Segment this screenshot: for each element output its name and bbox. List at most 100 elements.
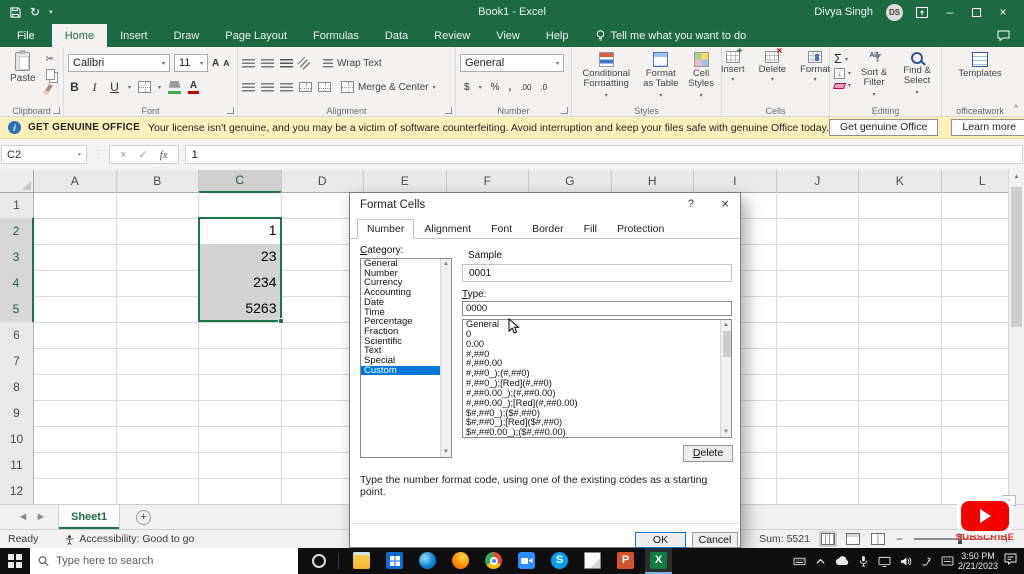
- page-break-view-icon[interactable]: [870, 533, 885, 545]
- column-header-b[interactable]: B: [116, 170, 199, 193]
- underline-dropdown-icon[interactable]: ▾: [128, 84, 131, 91]
- taskbar-search[interactable]: [30, 548, 298, 574]
- name-box[interactable]: C2 ▾: [1, 145, 87, 164]
- cell-b4[interactable]: [116, 270, 199, 297]
- cell-c2[interactable]: 1: [199, 218, 282, 245]
- cell-c11[interactable]: [199, 452, 282, 479]
- category-scroll-up-icon[interactable]: ▲: [443, 261, 449, 267]
- cell-b5[interactable]: [116, 296, 199, 323]
- cell-k2[interactable]: [859, 218, 942, 245]
- cell-k3[interactable]: [859, 244, 942, 271]
- align-center-icon[interactable]: [261, 82, 274, 92]
- delete-format-button[interactable]: Delete: [683, 445, 733, 462]
- tab-file[interactable]: File: [0, 24, 52, 47]
- tab-draw[interactable]: Draw: [161, 24, 213, 47]
- dialog-tab-alignment[interactable]: Alignment: [414, 219, 481, 239]
- vertical-scrollbar[interactable]: ▲: [1008, 170, 1024, 504]
- cell-c6[interactable]: [199, 322, 282, 349]
- category-scrollbar[interactable]: ▲ ▼: [440, 259, 451, 457]
- display-icon[interactable]: [878, 556, 891, 567]
- align-top-icon[interactable]: [242, 58, 255, 68]
- increase-indent-icon[interactable]: [318, 82, 331, 92]
- cell-a6[interactable]: [34, 322, 117, 349]
- number-format-combo[interactable]: General ▾: [460, 54, 564, 72]
- dialog-tab-border[interactable]: Border: [522, 219, 574, 239]
- cell-b7[interactable]: [116, 348, 199, 375]
- cell-c12[interactable]: [199, 478, 282, 505]
- file-explorer-taskbar-button[interactable]: [348, 548, 375, 574]
- insert-function-icon[interactable]: fx: [160, 149, 168, 161]
- tab-home[interactable]: Home: [51, 24, 108, 47]
- tab-insert[interactable]: Insert: [107, 24, 161, 47]
- conditional-formatting-button[interactable]: Conditional Formatting ▾: [576, 51, 636, 102]
- zoom-out-icon[interactable]: −: [896, 533, 903, 545]
- row-header-2[interactable]: 2: [0, 218, 34, 245]
- accounting-dropdown-icon[interactable]: ▾: [479, 84, 482, 91]
- decrease-decimal-icon[interactable]: .0: [540, 83, 547, 92]
- cell-j3[interactable]: [776, 244, 859, 271]
- minimize-button[interactable]: –: [941, 6, 959, 18]
- borders-icon[interactable]: [138, 81, 152, 93]
- column-header-g[interactable]: G: [529, 170, 612, 193]
- align-bottom-icon[interactable]: [280, 58, 293, 68]
- get-genuine-office-button[interactable]: Get genuine Office: [828, 119, 939, 136]
- sort-filter-button[interactable]: AZ Sort & Filter ▾: [856, 51, 892, 101]
- row-header-6[interactable]: 6: [0, 322, 34, 349]
- clipboard-dialog-launcher[interactable]: [53, 107, 60, 114]
- format-cells-button[interactable]: Format ▾: [796, 51, 834, 83]
- type-input[interactable]: [462, 301, 732, 316]
- font-name-combo[interactable]: Calibri ▾: [68, 54, 170, 72]
- taskbar-search-input[interactable]: [56, 555, 290, 567]
- formula-input[interactable]: 1: [184, 145, 1023, 164]
- excel-taskbar-button[interactable]: [645, 548, 672, 574]
- format-code-item[interactable]: $#,##0.00_);($#,##0.00): [463, 427, 720, 437]
- bold-button[interactable]: B: [68, 80, 81, 94]
- volume-icon[interactable]: [900, 556, 912, 567]
- alignment-dialog-launcher[interactable]: [445, 107, 452, 114]
- format-code-listbox[interactable]: General 0 0.00 #,##0 #,##0.00 #,##0_);(#,##0)…: [462, 319, 732, 438]
- close-button[interactable]: ×: [994, 6, 1012, 18]
- format-code-item[interactable]: 0: [463, 329, 720, 340]
- cell-c1[interactable]: [199, 192, 282, 219]
- cell-j10[interactable]: [776, 426, 859, 453]
- underline-button[interactable]: U: [108, 80, 121, 94]
- cell-k6[interactable]: [859, 322, 942, 349]
- cell-a12[interactable]: [34, 478, 117, 505]
- cortana-icon[interactable]: [312, 554, 326, 568]
- cell-a7[interactable]: [34, 348, 117, 375]
- cell-b10[interactable]: [116, 426, 199, 453]
- redo-icon[interactable]: ↻: [30, 6, 40, 18]
- collapse-ribbon-icon[interactable]: ^: [1014, 103, 1018, 113]
- tab-review[interactable]: Review: [421, 24, 483, 47]
- cell-c5[interactable]: 5263: [199, 296, 282, 323]
- formula-bar-grip[interactable]: ⋮: [93, 149, 103, 160]
- column-header-f[interactable]: F: [446, 170, 529, 193]
- cell-a5[interactable]: [34, 296, 117, 323]
- align-left-icon[interactable]: [242, 82, 255, 92]
- cell-k4[interactable]: [859, 270, 942, 297]
- autosum-icon[interactable]: Σ: [834, 52, 842, 65]
- taskbar-clock[interactable]: 3:50 PM 2/21/2023: [958, 551, 998, 571]
- cell-j12[interactable]: [776, 478, 859, 505]
- youtube-play-button[interactable]: [961, 501, 1009, 531]
- sheet-tab-sheet1[interactable]: Sheet1: [58, 505, 121, 529]
- clear-icon[interactable]: [832, 82, 847, 89]
- new-sheet-button[interactable]: +: [136, 509, 152, 525]
- format-code-scrollbar[interactable]: ▲ ▼: [720, 320, 731, 437]
- insert-cells-button[interactable]: Insert ▾: [717, 46, 749, 83]
- orientation-icon[interactable]: [297, 56, 311, 70]
- increase-font-icon[interactable]: A: [212, 58, 219, 68]
- scrollbar-thumb[interactable]: [1011, 187, 1022, 327]
- italic-button[interactable]: I: [88, 80, 101, 95]
- scroll-up-icon[interactable]: ▲: [1009, 170, 1024, 185]
- format-painter-icon[interactable]: [42, 83, 53, 96]
- row-header-10[interactable]: 10: [0, 426, 34, 453]
- enter-entry-icon[interactable]: ✓: [138, 148, 147, 161]
- dongle-icon[interactable]: [921, 556, 932, 567]
- qat-customize-icon[interactable]: ▾: [49, 8, 53, 16]
- ok-button[interactable]: OK: [635, 532, 686, 548]
- cell-j7[interactable]: [776, 348, 859, 375]
- cell-j2[interactable]: [776, 218, 859, 245]
- cell-k5[interactable]: [859, 296, 942, 323]
- cell-a1[interactable]: [34, 192, 117, 219]
